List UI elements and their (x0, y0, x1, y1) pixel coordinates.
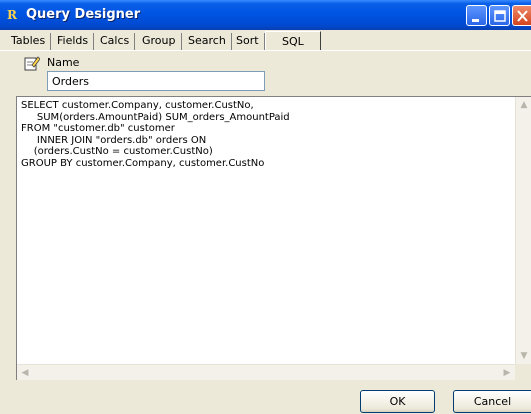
sql-editor[interactable]: SELECT customer.Company, customer.CustNo… (16, 96, 531, 380)
scroll-down-icon[interactable]: ▼ (516, 348, 531, 364)
sql-text[interactable]: SELECT customer.Company, customer.CustNo… (21, 100, 290, 169)
close-button[interactable] (512, 5, 531, 26)
scrollbar-corner (515, 364, 531, 380)
close-icon (517, 10, 528, 22)
maximize-icon (494, 10, 506, 22)
app-icon: R (7, 8, 17, 22)
title-bar[interactable]: R Query Designer (0, 0, 531, 30)
tab-panel-border (0, 50, 531, 51)
tab-sql[interactable]: SQL (265, 31, 321, 51)
window-title: Query Designer (26, 7, 141, 22)
notepad-pencil-icon (24, 55, 41, 71)
scroll-up-icon[interactable]: ▲ (516, 97, 531, 113)
minimize-button[interactable] (466, 5, 487, 26)
horizontal-scrollbar[interactable]: ◀ ▶ (17, 364, 515, 380)
vertical-scrollbar[interactable]: ▲ ▼ (515, 97, 531, 364)
tab-search[interactable]: Search (186, 33, 232, 50)
tab-calcs[interactable]: Calcs (98, 33, 136, 50)
scroll-left-icon[interactable]: ◀ (17, 365, 33, 381)
tab-fields[interactable]: Fields (55, 33, 95, 50)
maximize-button[interactable] (489, 5, 510, 26)
tab-group[interactable]: Group (140, 33, 182, 50)
name-label: Name (47, 56, 80, 69)
minimize-icon (472, 19, 479, 22)
ok-button[interactable]: OK (360, 390, 435, 413)
scroll-right-icon[interactable]: ▶ (499, 365, 515, 381)
tab-sort[interactable]: Sort (234, 33, 265, 50)
tab-tables[interactable]: Tables (9, 33, 52, 50)
name-input[interactable] (47, 71, 265, 91)
cancel-button[interactable]: Cancel (453, 390, 531, 413)
